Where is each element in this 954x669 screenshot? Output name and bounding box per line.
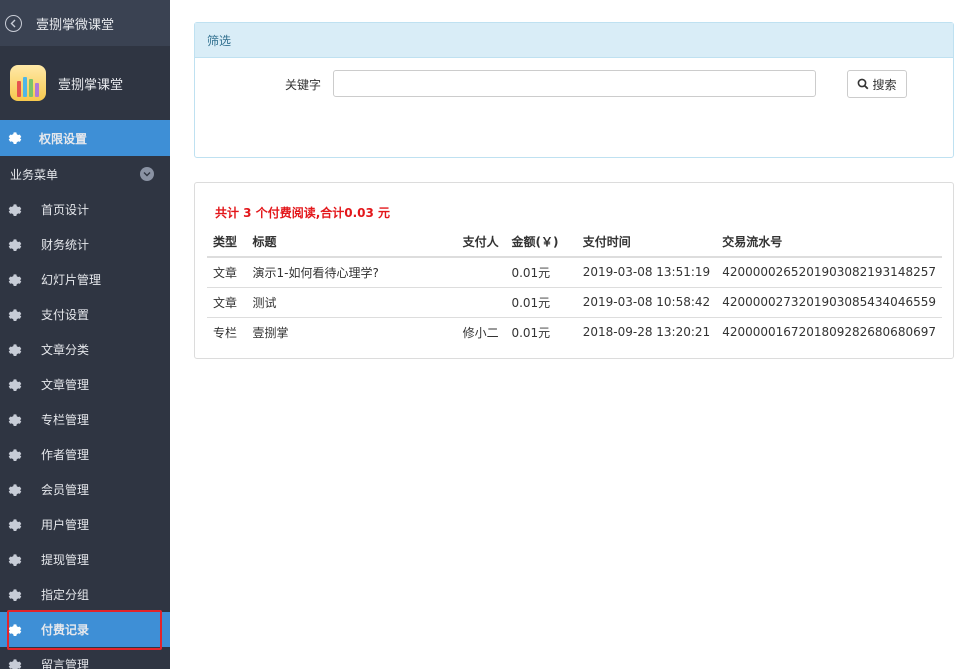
sidebar-item-14[interactable]: 留言管理 xyxy=(0,647,170,669)
sidebar-item-13[interactable]: 付费记录 xyxy=(0,612,170,647)
sidebar-item-label: 作者管理 xyxy=(41,448,90,462)
menu-group-business[interactable]: 业务菜单 xyxy=(0,156,170,192)
filter-title: 筛选 xyxy=(195,23,953,58)
sidebar-item-7[interactable]: 专栏管理 xyxy=(0,402,170,437)
back-icon[interactable] xyxy=(5,14,22,32)
cell-transaction-id: 4200000273201903085434046559 xyxy=(716,286,942,317)
sidebar-item-10[interactable]: 用户管理 xyxy=(0,507,170,542)
gear-icon xyxy=(8,588,22,601)
gear-icon xyxy=(8,483,22,496)
search-button[interactable]: 搜索 xyxy=(847,70,907,98)
table-row: 文章 测试 0.01元 2019-03-08 10:58:42 420000027320… xyxy=(207,286,942,317)
cell-amount: 0.01元 xyxy=(511,265,551,280)
gear-icon xyxy=(8,518,22,531)
cell-time: 2018-09-28 13:20:21 xyxy=(576,316,717,347)
cell-payer xyxy=(456,286,506,317)
table-row: 文章 演示1-如何看待心理学? 0.01元 2019-03-08 13:51:19 42… xyxy=(207,257,942,287)
sidebar-item-3[interactable]: 幻灯片管理 xyxy=(0,262,170,297)
results-panel: 共计 3 个付费阅读,合计0.03 元 类型 标题 支付人 金额(￥) 支付时间… xyxy=(194,182,954,359)
menu-list: 首页设计财务统计幻灯片管理支付设置文章分类文章管理专栏管理作者管理会员管理用户管… xyxy=(0,192,170,669)
menu-item-permissions[interactable]: 权限设置 xyxy=(0,120,170,156)
cell-type: 专栏 xyxy=(207,316,247,347)
sidebar-item-label: 文章分类 xyxy=(41,343,90,357)
cell-transaction-id: 4200000265201903082193148257 xyxy=(722,265,936,280)
sidebar-item-label: 支付设置 xyxy=(41,308,90,322)
table-body: 文章 演示1-如何看待心理学? 0.01元 2019-03-08 13:51:19 42… xyxy=(207,257,942,347)
sidebar-item-label: 提现管理 xyxy=(41,553,90,567)
main-content: 筛选 关键字 搜索 共计 3 个付费阅读,合计0.03 元 类型 标题 支付人 … xyxy=(170,0,954,669)
column-header-payer: 支付人 xyxy=(456,227,506,258)
sidebar-item-9[interactable]: 会员管理 xyxy=(0,472,170,507)
cell-payer: 修小二 xyxy=(456,316,506,347)
filter-panel: 筛选 关键字 搜索 xyxy=(194,22,954,158)
sidebar-item-label: 付费记录 xyxy=(41,623,90,637)
chevron-down-icon[interactable] xyxy=(140,167,154,181)
cell-type: 文章 xyxy=(207,286,247,317)
sidebar-item-4[interactable]: 支付设置 xyxy=(0,297,170,332)
cell-type: 文章 xyxy=(213,265,238,280)
app-title: 壹捌掌微课堂 xyxy=(36,17,115,33)
sidebar-item-12[interactable]: 指定分组 xyxy=(0,577,170,612)
results-summary: 共计 3 个付费阅读,合计0.03 元 xyxy=(215,206,391,220)
column-header-amount: 金额(￥) xyxy=(505,227,577,258)
sidebar-item-2[interactable]: 财务统计 xyxy=(0,227,170,262)
sidebar-item-label: 会员管理 xyxy=(41,483,90,497)
gear-icon xyxy=(8,238,22,251)
gear-icon xyxy=(8,308,22,321)
column-header-time: 支付时间 xyxy=(576,227,717,258)
sidebar: 壹捌掌微课堂 壹捌掌课堂 权限设置 业务菜单 首页设计财务统计幻灯片管理支付设置… xyxy=(0,0,170,669)
gear-icon xyxy=(8,623,22,636)
sidebar-item-6[interactable]: 文章管理 xyxy=(0,367,170,402)
gear-icon xyxy=(8,553,22,566)
sidebar-item-11[interactable]: 提现管理 xyxy=(0,542,170,577)
gear-icon xyxy=(8,448,22,461)
sidebar-item-label: 指定分组 xyxy=(41,588,90,602)
gear-icon xyxy=(8,378,22,391)
sidebar-item-label: 专栏管理 xyxy=(41,413,90,427)
payment-records-table: 类型 标题 支付人 金额(￥) 支付时间 交易流水号 文章 演示1-如何看待心理学… xyxy=(207,227,942,347)
sidebar-item-1[interactable]: 首页设计 xyxy=(0,192,170,227)
menu-group-label: 业务菜单 xyxy=(10,167,59,182)
sidebar-item-label: 首页设计 xyxy=(41,203,90,217)
sidebar-item-label: 留言管理 xyxy=(41,658,90,669)
sidebar-item-label: 用户管理 xyxy=(41,518,90,532)
brand-name: 壹捌掌课堂 xyxy=(58,77,124,93)
gear-icon xyxy=(8,658,22,669)
sidebar-item-label: 幻灯片管理 xyxy=(41,273,102,287)
column-header-type: 类型 xyxy=(207,227,247,258)
cell-payer xyxy=(457,257,506,287)
sidebar-item-5[interactable]: 文章分类 xyxy=(0,332,170,367)
cell-amount: 0.01元 xyxy=(505,286,577,317)
gear-icon xyxy=(8,343,22,356)
gear-icon xyxy=(8,132,22,144)
sidebar-item-label: 财务统计 xyxy=(41,238,90,252)
keyword-label: 关键字 xyxy=(285,78,322,92)
sidebar-item-label: 文章管理 xyxy=(41,378,90,392)
keyword-input[interactable] xyxy=(333,70,816,97)
search-icon xyxy=(858,78,869,90)
menu-item-label: 权限设置 xyxy=(39,131,88,146)
search-button-label: 搜索 xyxy=(872,77,897,92)
brand-logo-icon xyxy=(10,65,46,101)
cell-time: 2019-03-08 10:58:42 xyxy=(576,286,717,317)
gear-icon xyxy=(8,203,22,216)
gear-icon xyxy=(8,273,22,286)
column-header-title: 标题 xyxy=(246,227,457,258)
sidebar-header: 壹捌掌微课堂 xyxy=(0,0,170,46)
table-header-row: 类型 标题 支付人 金额(￥) 支付时间 交易流水号 xyxy=(207,227,942,258)
cell-title: 壹捌掌 xyxy=(246,316,457,347)
gear-icon xyxy=(8,413,22,426)
sidebar-item-8[interactable]: 作者管理 xyxy=(0,437,170,472)
cell-transaction-id: 4200000167201809282680680697 xyxy=(716,316,942,347)
column-header-transaction-id: 交易流水号 xyxy=(716,227,942,258)
cell-title: 演示1-如何看待心理学? xyxy=(252,265,379,280)
brand: 壹捌掌课堂 xyxy=(0,46,170,120)
table-row: 专栏 壹捌掌 修小二 0.01元 2018-09-28 13:20:21 42000001… xyxy=(207,316,942,347)
cell-time: 2019-03-08 13:51:19 xyxy=(582,265,711,280)
cell-title: 测试 xyxy=(246,286,457,317)
filter-row: 关键字 搜索 xyxy=(195,70,953,98)
cell-amount: 0.01元 xyxy=(505,316,577,347)
